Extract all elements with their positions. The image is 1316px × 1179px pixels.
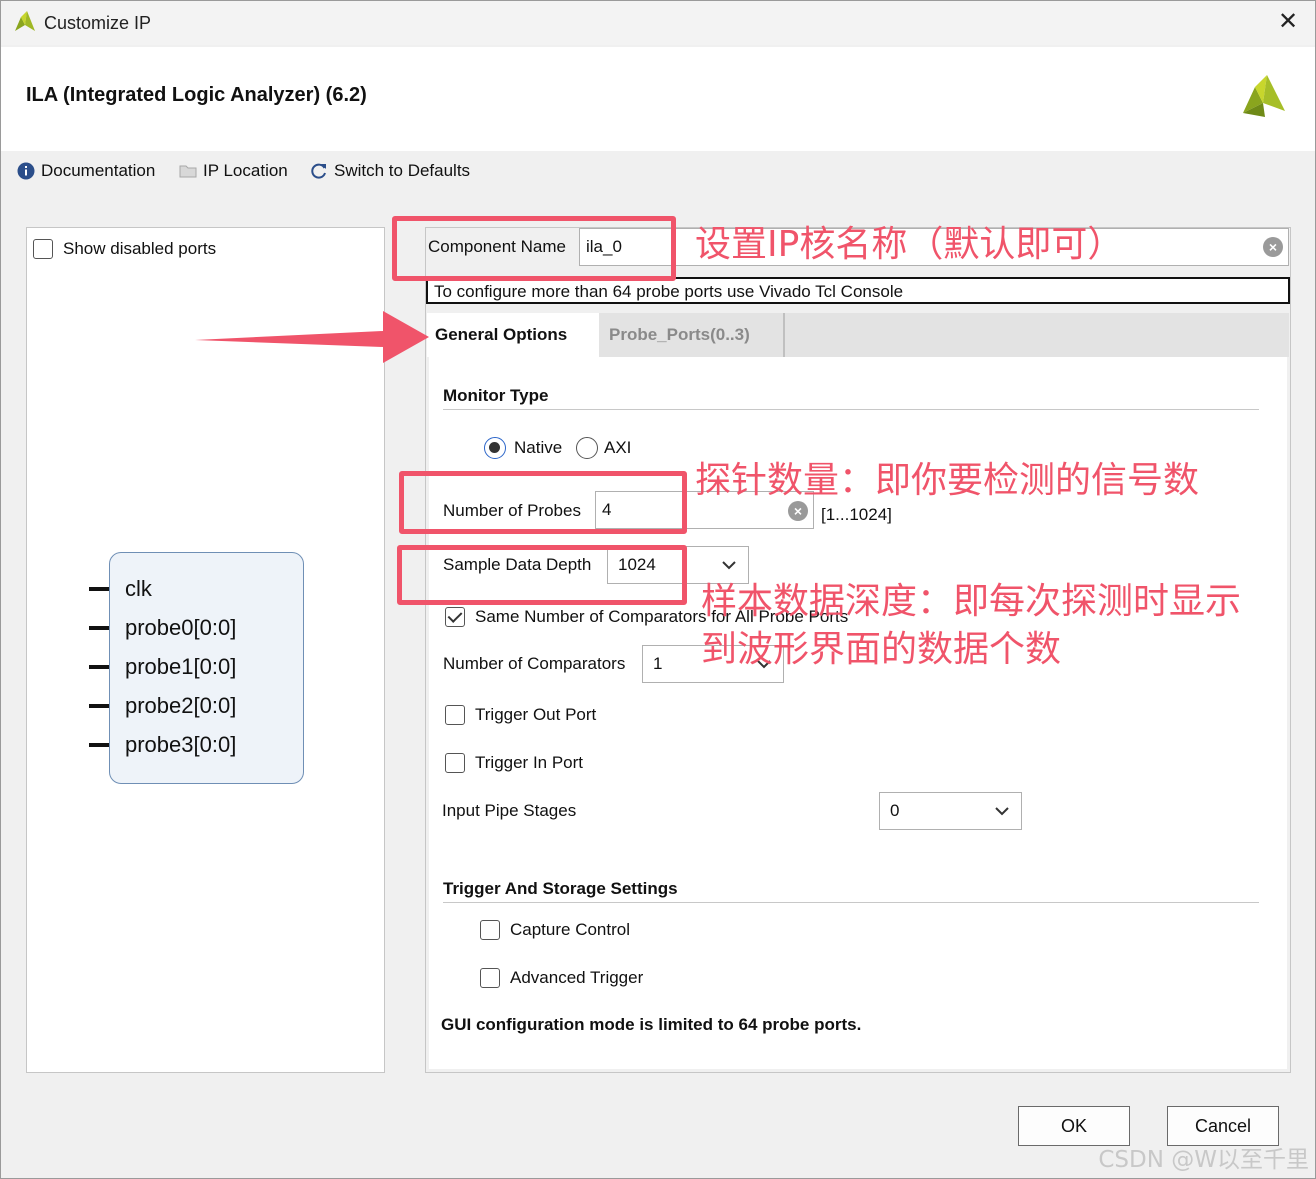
advanced-trigger-option[interactable]: Advanced Trigger [480, 968, 643, 988]
number-of-comparators-value: 1 [653, 654, 663, 673]
section-divider [443, 902, 1259, 903]
info-icon [17, 162, 35, 180]
advanced-trigger-label: Advanced Trigger [510, 968, 644, 987]
clear-icon[interactable]: × [788, 501, 808, 521]
documentation-button[interactable]: Documentation [17, 161, 155, 181]
port-pin [89, 704, 109, 708]
chevron-down-icon [995, 807, 1009, 816]
capture-control-checkbox[interactable] [480, 920, 500, 940]
folder-icon [179, 165, 197, 178]
input-pipe-stages-label: Input Pipe Stages [442, 801, 577, 820]
port-pin [89, 626, 109, 630]
capture-control-label: Capture Control [510, 920, 631, 939]
monitor-type-title: Monitor Type [443, 386, 549, 405]
trigger-storage-title: Trigger And Storage Settings [443, 879, 678, 898]
show-disabled-ports-label: Show disabled ports [63, 239, 217, 258]
trigger-out-port-option[interactable]: Trigger Out Port [445, 705, 596, 725]
port-probe3: probe3[0:0] [89, 732, 236, 758]
number-of-probes-range: [1...1024] [821, 505, 892, 524]
customize-ip-dialog: Customize IP ✕ ILA (Integrated Logic Ana… [0, 0, 1316, 1179]
port-pin [89, 665, 109, 669]
show-disabled-ports-checkbox[interactable] [33, 239, 53, 259]
trigger-in-port-label: Trigger In Port [475, 753, 584, 772]
title-bar: Customize IP ✕ [1, 1, 1315, 45]
ip-location-button[interactable]: IP Location [179, 161, 288, 181]
input-pipe-stages-value: 0 [890, 801, 900, 820]
annotation-arrow-icon [195, 311, 429, 363]
port-label: probe2[0:0] [125, 693, 237, 718]
chevron-down-icon [722, 561, 736, 570]
header: ILA (Integrated Logic Analyzer) (6.2) [1, 47, 1315, 151]
monitor-axi-option[interactable]: AXI [576, 437, 631, 459]
native-label: Native [514, 438, 563, 457]
port-label: probe1[0:0] [125, 654, 237, 679]
close-icon[interactable]: ✕ [1275, 9, 1301, 35]
refresh-icon [311, 163, 326, 179]
axi-radio[interactable] [576, 437, 598, 459]
tab-probe-ports[interactable]: Probe_Ports(0..3) [601, 313, 785, 357]
ip-location-label: IP Location [203, 161, 288, 180]
tab-general-options[interactable]: General Options [427, 313, 599, 357]
advanced-trigger-checkbox[interactable] [480, 968, 500, 988]
info-message: To configure more than 64 probe ports us… [426, 277, 1290, 304]
input-pipe-stages-select[interactable]: 0 [879, 792, 1022, 830]
show-disabled-ports-option[interactable]: Show disabled ports [33, 239, 216, 259]
annotation-sample-depth-line2: 到波形界面的数据个数 [701, 629, 1062, 670]
axi-label: AXI [604, 438, 632, 457]
toolbar: Documentation IP Location Switch to Defa… [1, 151, 1315, 197]
number-of-comparators-label: Number of Comparators [443, 654, 626, 673]
clear-icon[interactable]: × [1263, 237, 1283, 257]
vivado-logo-icon [15, 11, 35, 31]
watermark: CSDN @W以至千里 [1098, 1147, 1309, 1173]
annotation-component-name: 设置IP核名称（默认即可） [695, 224, 1124, 265]
annotation-box-sample-depth [397, 545, 687, 605]
trigger-in-port-option[interactable]: Trigger In Port [445, 753, 583, 773]
switch-to-defaults-button[interactable]: Switch to Defaults [310, 161, 470, 181]
port-probe0: probe0[0:0] [89, 615, 236, 641]
annotation-box-number-of-probes [399, 471, 687, 534]
port-probe1: probe1[0:0] [89, 654, 236, 680]
monitor-native-option[interactable]: Native [484, 437, 562, 459]
capture-control-option[interactable]: Capture Control [480, 920, 630, 940]
ip-title: ILA (Integrated Logic Analyzer) (6.2) [26, 84, 367, 106]
documentation-label: Documentation [41, 161, 156, 180]
annotation-number-of-probes: 探针数量：即你要检测的信号数 [695, 460, 1200, 501]
vivado-logo-icon [1243, 75, 1285, 117]
trigger-out-port-checkbox[interactable] [445, 705, 465, 725]
gui-config-note: GUI configuration mode is limited to 64 … [441, 1015, 862, 1034]
port-pin [89, 743, 109, 747]
section-divider [443, 409, 1259, 410]
annotation-sample-depth-line1: 样本数据深度：即每次探测时显示 [701, 581, 1242, 622]
native-radio[interactable] [484, 437, 506, 459]
port-label: probe3[0:0] [125, 732, 237, 757]
port-clk: clk [89, 576, 152, 602]
port-label: clk [125, 576, 152, 601]
same-comparators-checkbox[interactable] [445, 607, 465, 627]
port-probe2: probe2[0:0] [89, 693, 236, 719]
trigger-out-port-label: Trigger Out Port [475, 705, 597, 724]
window-title: Customize IP [44, 13, 152, 33]
tab-bar: General Options Probe_Ports(0..3) [427, 313, 1289, 357]
trigger-in-port-checkbox[interactable] [445, 753, 465, 773]
annotation-box-component-name [392, 216, 676, 281]
port-pin [89, 587, 109, 591]
switch-to-defaults-label: Switch to Defaults [334, 161, 471, 180]
port-label: probe0[0:0] [125, 615, 237, 640]
